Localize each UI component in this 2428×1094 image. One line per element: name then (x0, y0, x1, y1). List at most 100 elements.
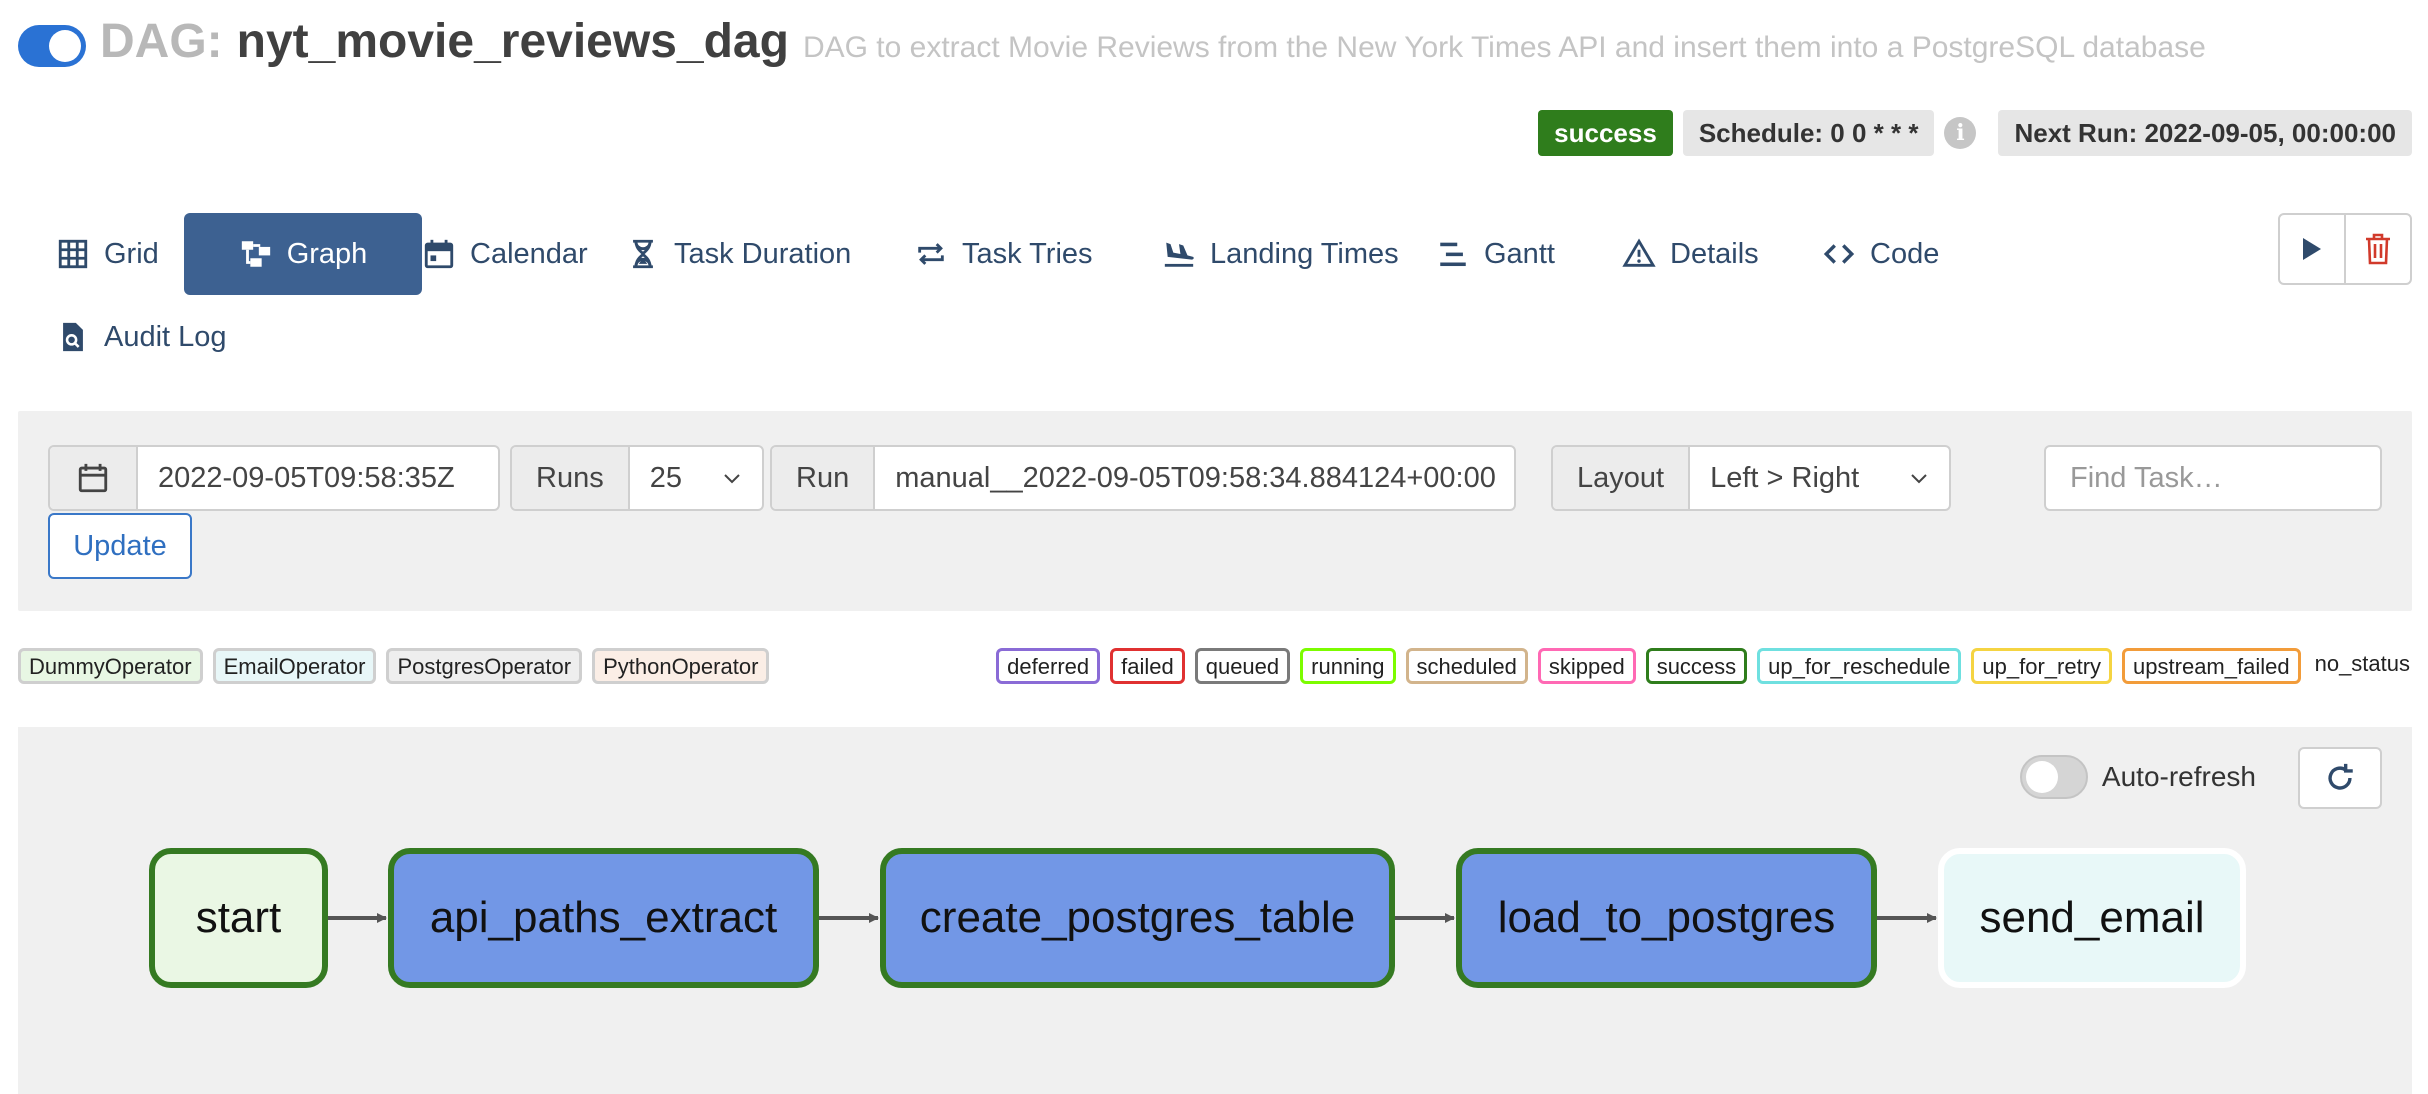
tab-gantt[interactable]: Gantt (1416, 213, 1575, 295)
task-node-start[interactable]: start (149, 848, 328, 988)
graph-controls: 2022-09-05T09:58:35Z Runs 25 Run manual_… (18, 411, 2412, 611)
auto-refresh-label: Auto-refresh (2101, 761, 2256, 792)
refresh-button[interactable] (2298, 747, 2382, 809)
tab-task-tries[interactable]: Task Tries (894, 213, 1113, 295)
repeat-icon (914, 237, 948, 271)
dag-prefix: DAG: (100, 15, 223, 68)
tab-label: Grid (104, 237, 159, 270)
base-date-input[interactable]: 2022-09-05T09:58:35Z (138, 447, 498, 509)
runs-select[interactable]: 25 (630, 447, 762, 509)
schedule-badge: Schedule: 0 0 * * * (1682, 110, 1935, 156)
task-node-send-email[interactable]: send_email (1938, 848, 2246, 988)
legend-email-operator[interactable]: EmailOperator (212, 648, 377, 684)
legend-scheduled[interactable]: scheduled (1405, 648, 1528, 684)
tab-graph[interactable]: Graph (184, 213, 422, 295)
graph-icon (239, 237, 273, 271)
tab-label: Task Duration (674, 237, 852, 270)
operator-legend: DummyOperator EmailOperator PostgresOper… (18, 647, 770, 685)
dag-name: nyt_movie_reviews_dag (236, 15, 789, 68)
task-node-label: load_to_postgres (1497, 893, 1836, 942)
dag-pause-toggle[interactable] (18, 25, 86, 67)
refresh-icon (2328, 763, 2353, 790)
legend-postgres-operator[interactable]: PostgresOperator (386, 648, 583, 684)
legend-up-for-reschedule[interactable]: up_for_reschedule (1757, 648, 1962, 684)
tab-landing-times[interactable]: Landing Times (1142, 213, 1419, 295)
layout-value: Left > Right (1710, 461, 1860, 494)
legend-queued[interactable]: queued (1194, 648, 1291, 684)
find-task-input[interactable]: Find Task… (2044, 445, 2382, 511)
code-icon (1822, 237, 1856, 271)
legend-failed[interactable]: failed (1110, 648, 1185, 684)
legend-skipped[interactable]: skipped (1537, 648, 1636, 684)
runs-label: Runs (512, 447, 630, 509)
task-node-label: create_postgres_table (919, 893, 1356, 942)
dag-actions (2278, 213, 2412, 285)
calendar-icon[interactable] (50, 447, 138, 509)
delete-dag-button[interactable] (2344, 215, 2410, 283)
task-node-api-paths-extract[interactable]: api_paths_extract (388, 848, 819, 988)
tab-label: Code (1870, 237, 1940, 270)
legend-no-status[interactable]: no_status (2311, 648, 2414, 684)
dag-graph: Auto-refresh start api_paths_extract cre… (18, 727, 2412, 1094)
gantt-icon (1436, 237, 1470, 271)
run-select[interactable]: manual__2022-09-05T09:58:34.884124+00:00 (875, 447, 1516, 509)
run-select-group: Run manual__2022-09-05T09:58:34.884124+0… (770, 445, 1516, 511)
runs-select-group: Runs 25 (510, 445, 764, 511)
legend-upstream-failed[interactable]: upstream_failed (2122, 648, 2301, 684)
switch-knob (2025, 761, 2058, 793)
runs-value: 25 (649, 461, 682, 494)
layout-select-group: Layout Left > Right (1551, 445, 1951, 511)
calendar-icon (422, 237, 456, 271)
task-node-load-to-postgres[interactable]: load_to_postgres (1456, 848, 1877, 988)
legend-success[interactable]: success (1645, 648, 1748, 684)
task-node-label: send_email (1979, 893, 2205, 942)
tab-code[interactable]: Code (1802, 213, 1959, 295)
status-badge: success (1538, 110, 1673, 156)
legend-python-operator[interactable]: PythonOperator (592, 648, 770, 684)
next-run-badge: Next Run: 2022-09-05, 00:00:00 (1998, 110, 2412, 156)
tab-audit-log[interactable]: Audit Log (36, 296, 247, 378)
tab-grid[interactable]: Grid (36, 213, 179, 295)
auto-refresh-switch[interactable] (2019, 755, 2088, 799)
legend-running[interactable]: running (1300, 648, 1396, 684)
legend-dummy-operator[interactable]: DummyOperator (18, 648, 203, 684)
layout-label: Layout (1553, 447, 1691, 509)
chevron-down-icon (724, 474, 740, 484)
tab-task-duration[interactable]: Task Duration (606, 213, 871, 295)
run-value: manual__2022-09-05T09:58:34.884124+00:00 (895, 461, 1496, 494)
layout-select[interactable]: Left > Right (1690, 447, 1949, 509)
tab-details[interactable]: Details (1602, 213, 1779, 295)
tab-label: Audit Log (104, 320, 227, 353)
chevron-down-icon (1514, 468, 1516, 488)
grid-icon (56, 237, 90, 271)
chevron-down-icon (1911, 474, 1927, 484)
toggle-knob (49, 30, 81, 62)
update-button[interactable]: Update (48, 513, 192, 579)
tab-label: Gantt (1484, 237, 1555, 270)
legend-deferred[interactable]: deferred (996, 648, 1101, 684)
hourglass-icon (626, 237, 660, 271)
trigger-dag-button[interactable] (2280, 215, 2344, 283)
base-date-picker[interactable]: 2022-09-05T09:58:35Z (48, 445, 500, 511)
task-node-label: start (195, 893, 282, 942)
task-node-label: api_paths_extract (429, 893, 778, 942)
file-search-icon (56, 320, 90, 354)
plane-landing-icon (1162, 237, 1196, 271)
tab-label: Details (1670, 237, 1759, 270)
dag-status-bar: success Schedule: 0 0 * * * i Next Run: … (1538, 110, 2412, 156)
info-icon[interactable]: i (1944, 117, 1977, 149)
auto-refresh-toggle[interactable]: Auto-refresh (2019, 755, 2256, 799)
run-label: Run (772, 447, 876, 509)
tab-calendar[interactable]: Calendar (402, 213, 608, 295)
state-legend: deferred failed queued running scheduled… (996, 647, 2414, 685)
dag-title: DAG: nyt_movie_reviews_dag DAG to extrac… (100, 14, 2206, 74)
legend-up-for-retry[interactable]: up_for_retry (1971, 648, 2113, 684)
tab-label: Task Tries (962, 237, 1093, 270)
task-node-create-postgres-table[interactable]: create_postgres_table (880, 848, 1395, 988)
trash-icon (2366, 233, 2390, 265)
tab-label: Calendar (470, 237, 588, 270)
play-icon (2303, 238, 2321, 260)
tab-label: Landing Times (1210, 237, 1399, 270)
tab-label: Graph (286, 237, 368, 270)
warning-triangle-icon (1622, 237, 1656, 271)
